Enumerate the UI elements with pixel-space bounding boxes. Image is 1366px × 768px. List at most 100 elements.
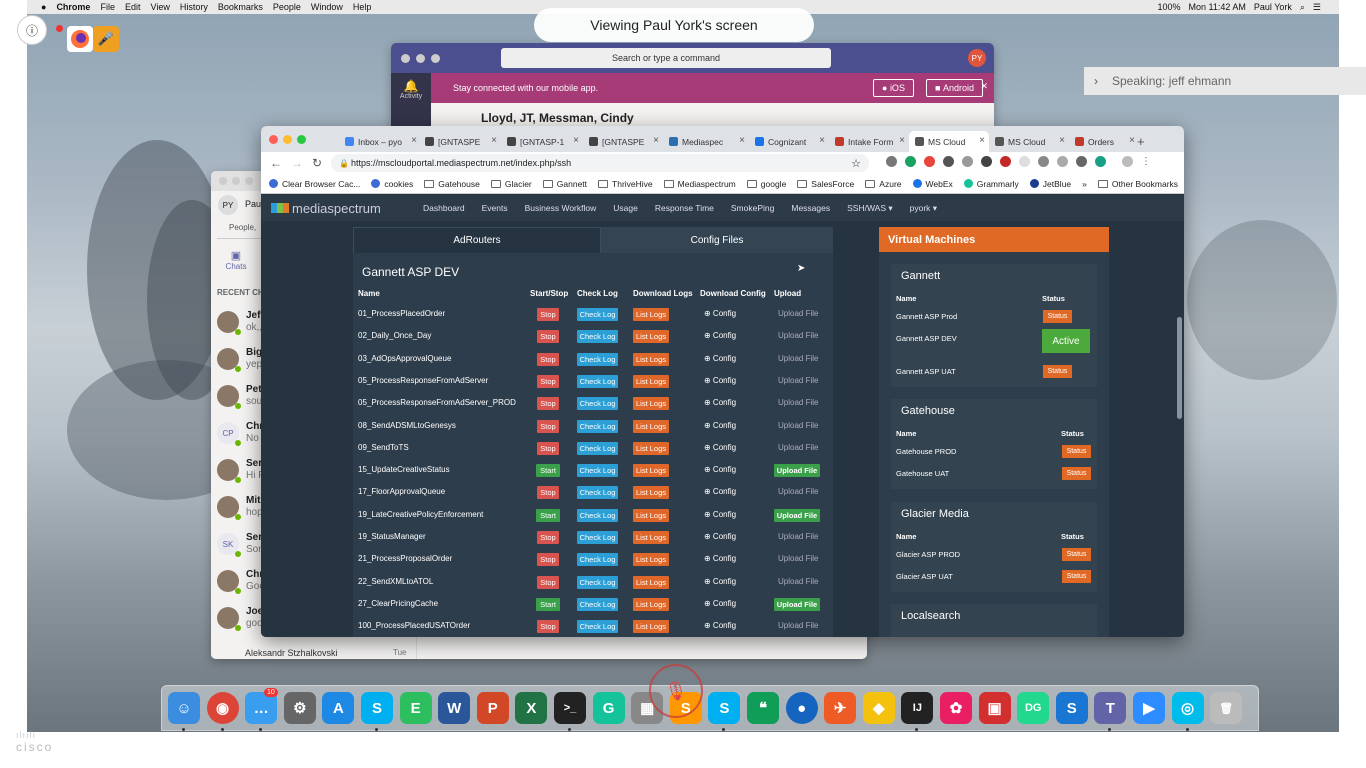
firefox-icon[interactable]: [67, 26, 93, 52]
menu-item-view[interactable]: View: [150, 2, 169, 12]
bookmark-item[interactable]: Gannett: [542, 179, 587, 189]
close-tab-icon[interactable]: ×: [899, 135, 905, 146]
extension-icon[interactable]: [924, 156, 935, 167]
start-button[interactable]: Start: [536, 508, 560, 522]
active-button[interactable]: Active: [1042, 329, 1090, 353]
download-config-link[interactable]: ⊕ Config: [704, 376, 736, 385]
sqldeveloper-icon[interactable]: S: [1055, 692, 1088, 724]
remote-desktop-icon[interactable]: ▣: [978, 692, 1011, 724]
photos-icon[interactable]: ✿: [940, 692, 972, 724]
minimize-window-icon[interactable]: [283, 135, 292, 144]
bookmark-item[interactable]: cookies: [371, 179, 413, 189]
close-tab-icon[interactable]: ×: [491, 135, 497, 146]
list-logs-button[interactable]: List Logs: [633, 464, 669, 478]
check-log-button[interactable]: Check Log: [577, 620, 618, 634]
close-tab-icon[interactable]: ×: [653, 135, 659, 146]
browser-tab[interactable]: Cognizant ×: [749, 131, 829, 152]
extension-icon[interactable]: [981, 156, 992, 167]
upload-file-link[interactable]: Upload File: [778, 376, 818, 385]
upload-file-link[interactable]: Upload File: [778, 309, 818, 318]
bell-icon[interactable]: 🔔: [391, 79, 431, 93]
stop-button[interactable]: Stop: [537, 553, 559, 567]
upload-file-link[interactable]: Upload File: [778, 532, 818, 541]
download-config-link[interactable]: ⊕ Config: [704, 554, 736, 563]
download-config-link[interactable]: ⊕ Config: [704, 599, 736, 608]
download-config-link[interactable]: ⊕ Config: [704, 510, 736, 519]
menu-item-file[interactable]: File: [100, 2, 115, 12]
close-tab-icon[interactable]: ×: [573, 135, 579, 146]
menu-item-people[interactable]: People: [273, 2, 301, 12]
browser-tab[interactable]: Orders ×: [1069, 131, 1139, 152]
stop-button[interactable]: Stop: [537, 531, 559, 544]
list-logs-button[interactable]: List Logs: [633, 553, 669, 567]
stop-button[interactable]: Stop: [537, 575, 559, 589]
close-tab-icon[interactable]: ×: [739, 135, 745, 146]
stop-button[interactable]: Stop: [537, 374, 559, 388]
menu-item-history[interactable]: History: [180, 2, 208, 12]
menu-item-help[interactable]: Help: [353, 2, 372, 12]
bookmark-star-icon[interactable]: ☆: [851, 157, 861, 170]
bookmark-item[interactable]: Clear Browser Cac...: [269, 179, 360, 189]
system-preferences-icon[interactable]: ⚙: [283, 692, 316, 724]
status-button[interactable]: Status: [1062, 548, 1091, 561]
menu-kebab-icon[interactable]: ⋮: [1141, 156, 1151, 167]
hangouts-icon[interactable]: ❝: [747, 692, 779, 724]
skype-icon[interactable]: S: [361, 692, 393, 724]
clock-label[interactable]: Mon 11:42 AM: [1188, 2, 1245, 13]
close-tab-icon[interactable]: ×: [819, 135, 825, 146]
close-icon[interactable]: ✕: [980, 81, 988, 92]
download-config-link[interactable]: ⊕ Config: [704, 465, 736, 474]
chrome-window[interactable]: Inbox – pyo × [GNTASPE × [GNTASP-1 × [GNTASPE ×…: [261, 126, 1184, 637]
status-button[interactable]: Status: [1043, 365, 1072, 378]
datagrip-icon[interactable]: DG: [1017, 692, 1050, 724]
status-button[interactable]: Status: [1062, 570, 1091, 583]
ios-button[interactable]: ● iOS: [873, 79, 914, 97]
upload-file-link[interactable]: Upload File: [778, 331, 818, 340]
list-logs-button[interactable]: List Logs: [633, 508, 669, 522]
download-config-link[interactable]: ⊕ Config: [704, 443, 736, 452]
extension-icon[interactable]: [1076, 156, 1087, 167]
download-config-link[interactable]: ⊕ Config: [704, 309, 736, 318]
download-config-link[interactable]: ⊕ Config: [704, 487, 736, 496]
extension-icon[interactable]: [1000, 156, 1011, 167]
status-button[interactable]: Status: [1043, 310, 1072, 323]
menu-app-name[interactable]: Chrome: [56, 2, 90, 12]
list-logs-button[interactable]: List Logs: [633, 620, 669, 634]
extension-icon[interactable]: [962, 156, 973, 167]
upload-file-button[interactable]: Upload File: [774, 597, 820, 611]
download-config-link[interactable]: ⊕ Config: [704, 421, 736, 430]
start-button[interactable]: Start: [536, 464, 560, 478]
stop-button[interactable]: Stop: [537, 620, 559, 634]
browser-tab[interactable]: MS Cloud ×: [989, 131, 1069, 152]
browser-tab[interactable]: Inbox – pyo ×: [339, 131, 421, 152]
webex-meetings-icon[interactable]: ◎: [1171, 692, 1204, 724]
extension-icon[interactable]: [943, 156, 954, 167]
bookmark-item[interactable]: JetBlue: [1029, 179, 1071, 189]
nav-item[interactable]: Response Time: [655, 203, 714, 214]
forward-icon[interactable]: →: [291, 156, 303, 170]
stop-button[interactable]: Stop: [537, 486, 559, 500]
user-label[interactable]: Paul York: [1254, 2, 1292, 13]
upload-file-link[interactable]: Upload File: [778, 398, 818, 407]
list-logs-button[interactable]: List Logs: [633, 352, 669, 366]
download-config-link[interactable]: ⊕ Config: [704, 398, 736, 407]
list-logs-button[interactable]: List Logs: [633, 441, 669, 455]
trash-icon[interactable]: 🗑: [1210, 692, 1243, 724]
download-config-link[interactable]: ⊕ Config: [704, 354, 736, 363]
check-log-button[interactable]: Check Log: [577, 553, 618, 567]
check-log-button[interactable]: Check Log: [577, 575, 618, 589]
close-window-icon[interactable]: [269, 135, 278, 144]
nav-item[interactable]: Messages: [791, 203, 830, 214]
intellij-icon[interactable]: IJ: [901, 692, 934, 724]
bookmark-item[interactable]: Glacier: [490, 179, 532, 189]
check-log-button[interactable]: Check Log: [577, 397, 618, 411]
status-button[interactable]: Status: [1062, 467, 1091, 480]
nav-item[interactable]: Dashboard: [423, 203, 465, 214]
bookmark-item[interactable]: WebEx: [912, 179, 953, 189]
globe-icon[interactable]: ●: [785, 692, 818, 724]
upload-file-button[interactable]: Upload File: [774, 464, 820, 478]
zoom-icon[interactable]: ▶: [1133, 692, 1165, 724]
bookmark-item[interactable]: Gatehouse: [424, 179, 480, 189]
upload-file-link[interactable]: Upload File: [778, 487, 818, 496]
check-log-button[interactable]: Check Log: [577, 531, 618, 544]
